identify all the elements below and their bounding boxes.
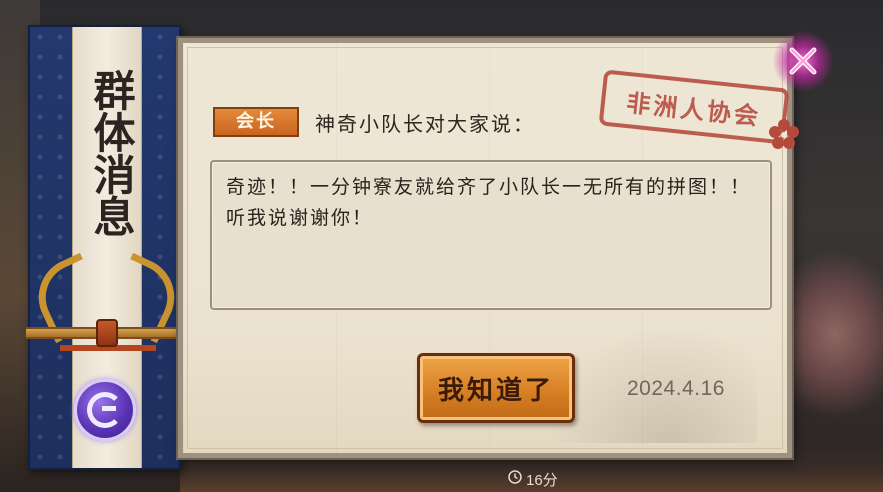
role-badge: 会长 [213, 107, 299, 137]
cord-knot [96, 319, 118, 347]
close-button[interactable] [772, 30, 834, 92]
close-x-icon [789, 47, 817, 75]
flower-icon [769, 119, 799, 149]
guild-emblem-mark [86, 392, 123, 428]
speaker-line: 神奇小队长对大家说： [315, 111, 535, 136]
banner-title: 群体消息 [87, 69, 136, 237]
guild-name-stamp: 非洲人协会 [598, 69, 790, 145]
message-body: 奇迹！！一分钟寮友就给齐了小队长一无所有的拼图！！听我说谢谢你！ [210, 160, 772, 310]
timer-text: 16分 [526, 471, 558, 489]
message-panel: 非洲人协会 会长 神奇小队长对大家说： 奇迹！！一分钟寮友就给齐了小队长一无所有… [176, 36, 799, 460]
clock-icon [508, 470, 522, 488]
speaker-row: 会长 神奇小队长对大家说： [213, 107, 535, 137]
message-date: 2024.4.16 [627, 377, 725, 400]
acknowledge-button-label: 我知道了 [437, 375, 554, 406]
background-timer: 16分 [500, 468, 566, 490]
acknowledge-button[interactable]: 我知道了 [417, 353, 575, 423]
stamp-text: 非洲人协会 [625, 87, 763, 131]
guild-emblem-icon [73, 379, 136, 441]
group-message-banner: 群体消息 [25, 25, 188, 470]
